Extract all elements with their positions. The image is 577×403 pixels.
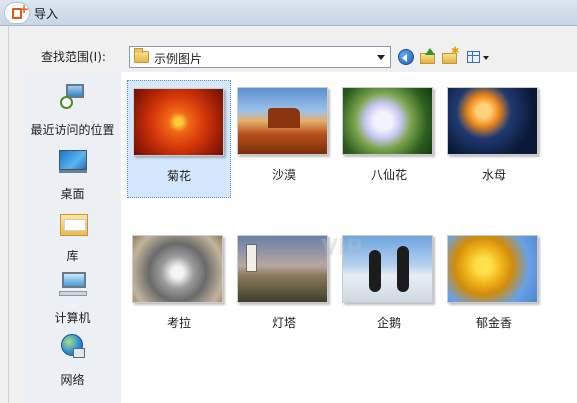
view-dropdown-arrow-icon: [483, 56, 489, 60]
recent-places-icon: [58, 82, 88, 112]
import-app-icon[interactable]: +: [4, 2, 30, 24]
place-label: 库: [66, 249, 79, 263]
title-bar: + 导入: [0, 0, 577, 26]
place-desktop[interactable]: 桌面: [24, 144, 121, 202]
file-item[interactable]: 考拉: [127, 228, 231, 346]
places-bar: 最近访问的位置 桌面 库 计算机 网络: [24, 72, 121, 403]
file-thumbnail: [132, 235, 223, 303]
place-label: 网络: [60, 373, 85, 387]
chevron-down-icon[interactable]: [377, 55, 385, 60]
place-label: 最近访问的位置: [30, 123, 115, 137]
file-name: 沙漠: [271, 168, 296, 182]
view-menu-button[interactable]: [466, 48, 492, 66]
file-thumbnail: [447, 87, 538, 155]
network-icon: [58, 332, 88, 362]
file-name: 郁金香: [475, 316, 512, 330]
lookin-label: 查找范围(I):: [41, 50, 106, 64]
place-libraries[interactable]: 库: [24, 206, 121, 264]
place-label: 计算机: [54, 311, 91, 325]
file-name: 企鹅: [376, 316, 401, 330]
window-title: 导入: [34, 7, 59, 21]
place-computer[interactable]: 计算机: [24, 268, 121, 326]
up-folder-button[interactable]: [419, 48, 437, 66]
file-thumbnail: [342, 87, 433, 155]
file-item[interactable]: 郁金香: [442, 228, 546, 346]
lookin-value: 示例图片: [154, 52, 203, 66]
file-item[interactable]: 沙漠: [232, 80, 336, 198]
file-item[interactable]: 八仙花: [337, 80, 441, 198]
place-recent[interactable]: 最近访问的位置: [24, 80, 121, 138]
file-thumbnail: [237, 235, 328, 303]
lookin-dropdown[interactable]: 示例图片: [129, 46, 391, 68]
place-label: 桌面: [60, 187, 85, 201]
libraries-icon: [58, 208, 88, 238]
file-item[interactable]: 水母: [442, 80, 546, 198]
file-name: 灯塔: [271, 316, 296, 330]
file-name: 考拉: [166, 316, 191, 330]
back-button[interactable]: [397, 48, 415, 66]
file-thumbnail: [133, 88, 224, 156]
new-folder-button[interactable]: ✱: [441, 46, 459, 66]
watermark: VIP: [321, 236, 363, 261]
view-menu-icon: [467, 51, 480, 63]
import-dialog: 查找范围(I): 示例图片 ✱ 最近访问的位置 桌面 库 计算机 网络 菊花 沙…: [8, 26, 577, 403]
desktop-icon: [58, 146, 88, 176]
computer-icon: [58, 270, 88, 300]
file-name: 水母: [481, 168, 506, 182]
file-name: 菊花: [166, 169, 191, 183]
file-thumbnail: [237, 87, 328, 155]
back-icon: [398, 49, 414, 65]
file-item[interactable]: 菊花: [127, 80, 231, 198]
folder-icon: [134, 48, 149, 63]
file-name: 八仙花: [370, 168, 407, 182]
place-network[interactable]: 网络: [24, 330, 121, 388]
file-list-view[interactable]: 菊花 沙漠 八仙花 水母 考拉 灯塔 企鹅 郁金香 VIP: [121, 72, 577, 403]
file-thumbnail: [447, 235, 538, 303]
